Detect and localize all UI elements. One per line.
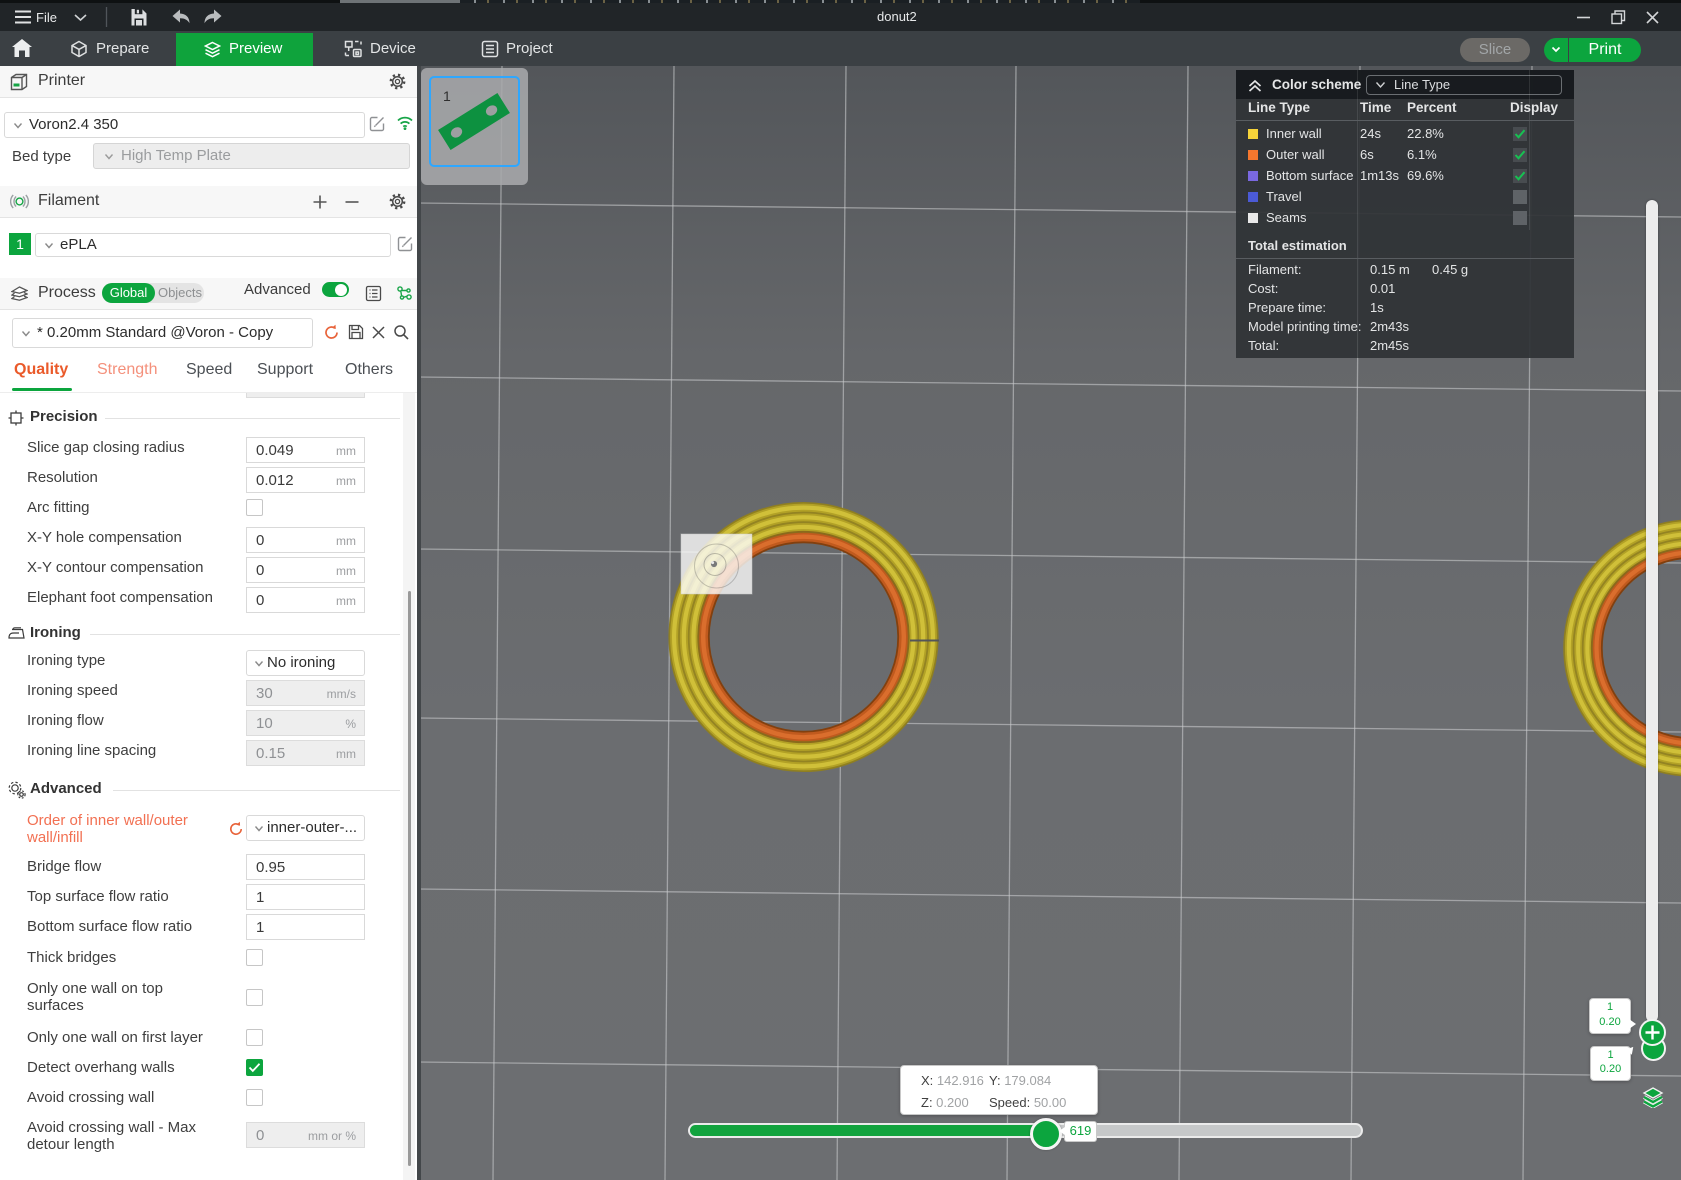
svg-text:File: File xyxy=(36,10,57,25)
